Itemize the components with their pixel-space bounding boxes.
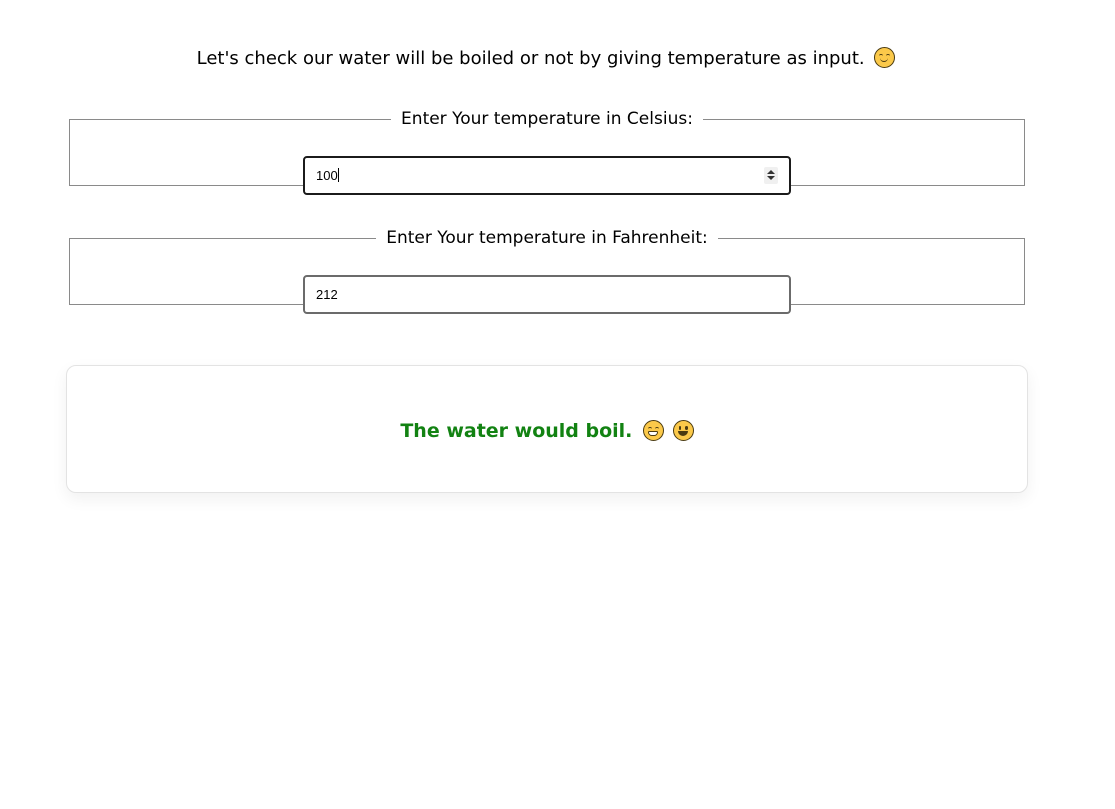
grinning-face-icon (643, 420, 665, 441)
celsius-fieldset: Enter Your temperature in Celsius: 100 (69, 108, 1025, 195)
spinner-up-icon[interactable] (767, 170, 775, 174)
celsius-value: 100 (316, 168, 338, 183)
intro-text: Let's check our water will be boiled or … (196, 48, 865, 69)
smiling-face-icon (874, 47, 896, 68)
fahrenheit-value: 212 (316, 287, 338, 302)
intro-heading: Let's check our water will be boiled or … (0, 46, 1092, 72)
result-message: The water would boil. (400, 420, 633, 442)
fahrenheit-fieldset: Enter Your temperature in Fahrenheit: 21… (69, 227, 1025, 314)
celsius-input[interactable]: 100 (303, 156, 791, 195)
fahrenheit-legend: Enter Your temperature in Fahrenheit: (386, 228, 708, 248)
grinning-face-open-icon (672, 420, 694, 441)
fahrenheit-input[interactable]: 212 (303, 275, 791, 314)
celsius-legend: Enter Your temperature in Celsius: (401, 109, 693, 129)
spinner-down-icon[interactable] (767, 176, 775, 180)
result-line: The water would boil. (67, 418, 1027, 444)
number-spinner[interactable] (764, 167, 778, 184)
page: Let's check our water will be boiled or … (0, 0, 1115, 809)
text-caret (337, 168, 339, 182)
result-card: The water would boil. (66, 365, 1028, 493)
